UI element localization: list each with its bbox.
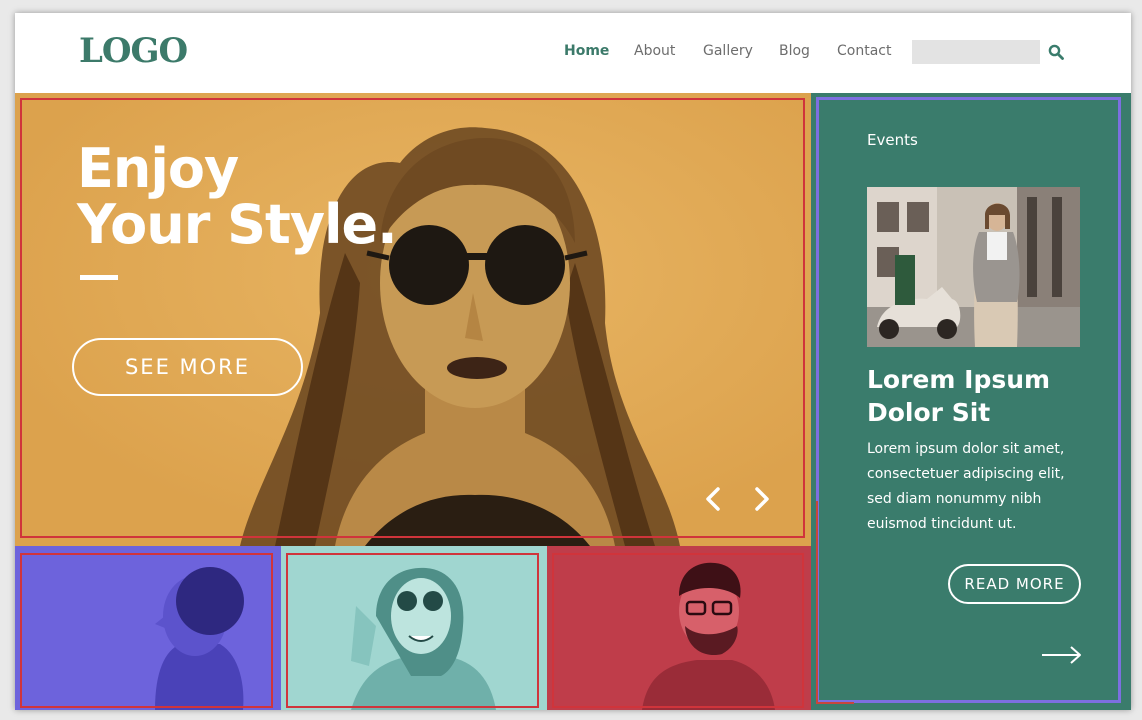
nav-contact[interactable]: Contact — [837, 43, 891, 59]
hero-banner: Enjoy Your Style. SEE MORE — [15, 93, 811, 546]
event-title-line2: Dolor Sit — [867, 398, 991, 427]
tile-photo-1 — [15, 546, 281, 710]
nav-home[interactable]: Home — [564, 43, 609, 59]
hero-title-line1: Enjoy — [77, 137, 239, 200]
events-panel: Events Lorem Ipsum Dolor Sit Lorem ipsum… — [811, 93, 1131, 710]
hero-divider — [80, 275, 118, 280]
hero-title: Enjoy Your Style. — [77, 137, 398, 256]
page-frame: LOGO Home About Gallery Blog Contact Enj… — [15, 13, 1131, 710]
search-button[interactable] — [1045, 41, 1067, 63]
gallery-tile-3[interactable] — [547, 546, 811, 710]
logo[interactable]: LOGO — [79, 31, 188, 71]
event-title-line1: Lorem Ipsum — [867, 365, 1051, 394]
hero-title-line2: Your Style. — [77, 193, 398, 256]
event-photo — [867, 187, 1080, 347]
tile-photo-2 — [281, 546, 547, 710]
event-description: Lorem ipsum dolor sit amet, consectetuer… — [867, 441, 1065, 532]
gallery-tile-1[interactable] — [15, 546, 281, 710]
search-icon — [1048, 44, 1064, 60]
events-label: Events — [867, 131, 918, 149]
nav-about[interactable]: About — [634, 43, 675, 59]
event-image[interactable] — [867, 187, 1080, 347]
nav-gallery[interactable]: Gallery — [703, 43, 753, 59]
event-title[interactable]: Lorem Ipsum Dolor Sit — [867, 363, 1097, 429]
search-input[interactable] — [912, 40, 1040, 64]
nav-blog[interactable]: Blog — [779, 43, 810, 59]
tile-photo-3 — [547, 546, 811, 710]
chevron-right-icon[interactable] — [750, 486, 774, 512]
arrow-right-icon[interactable] — [1040, 643, 1084, 667]
chevron-left-icon[interactable] — [701, 486, 725, 512]
gallery-tile-2[interactable] — [281, 546, 547, 710]
site-header: LOGO Home About Gallery Blog Contact — [15, 13, 1131, 93]
events-red-outline — [816, 501, 854, 704]
read-more-button[interactable]: READ MORE — [948, 564, 1081, 604]
see-more-button[interactable]: SEE MORE — [72, 338, 303, 396]
